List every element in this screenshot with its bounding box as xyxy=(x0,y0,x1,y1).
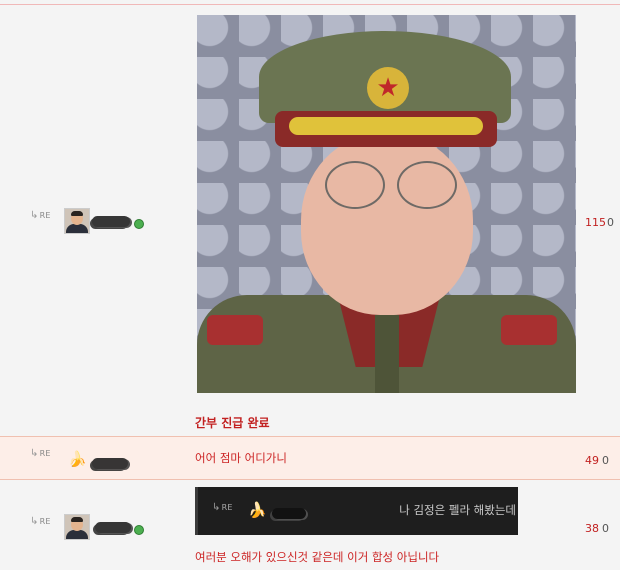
nickname-redacted[interactable] xyxy=(95,522,131,533)
reply-arrow-icon: ↳ xyxy=(30,210,39,221)
reply-badge: ↳RE xyxy=(30,516,51,527)
attached-photo[interactable]: ★ xyxy=(197,15,576,393)
banana-icon[interactable]: 🍌 xyxy=(68,450,87,468)
nickname-redacted[interactable] xyxy=(92,216,130,227)
online-status-icon xyxy=(134,219,144,229)
reply-badge: ↳RE xyxy=(212,502,233,513)
reply-badge: ↳RE xyxy=(30,448,51,459)
quoted-text: 나 김정은 펠라 해봤는데 xyxy=(399,503,516,517)
banana-icon: 🍌 xyxy=(248,501,267,519)
person-avatar-icon[interactable] xyxy=(64,514,90,540)
dislike-count: 0 xyxy=(602,522,609,535)
like-count: 49 xyxy=(585,454,599,467)
quoted-comment[interactable]: ↳RE 🍌 나 김정은 펠라 해봤는데 xyxy=(195,487,518,535)
person-avatar-icon[interactable] xyxy=(64,208,90,234)
comment-text: 어어 점마 어디가니 xyxy=(195,451,287,465)
nickname-redacted[interactable] xyxy=(92,458,128,469)
online-status-icon xyxy=(134,525,144,535)
nickname-redacted xyxy=(272,508,306,519)
like-count: 38 xyxy=(585,522,599,535)
reply-arrow-icon: ↳ xyxy=(30,516,39,527)
comment-caption: 간부 진급 완료 xyxy=(195,416,270,430)
reply-arrow-icon: ↳ xyxy=(212,502,221,513)
reply-badge: ↳RE xyxy=(30,210,51,221)
reply-arrow-icon: ↳ xyxy=(30,448,39,459)
star-icon: ★ xyxy=(367,67,409,109)
dislike-count: 0 xyxy=(607,216,614,229)
comment-row-highlighted xyxy=(0,436,620,480)
dislike-count: 0 xyxy=(602,454,609,467)
comment-text: 여러분 오해가 있으신것 같은데 이거 합성 아닙니다 xyxy=(195,550,440,564)
like-count: 115 xyxy=(585,216,606,229)
